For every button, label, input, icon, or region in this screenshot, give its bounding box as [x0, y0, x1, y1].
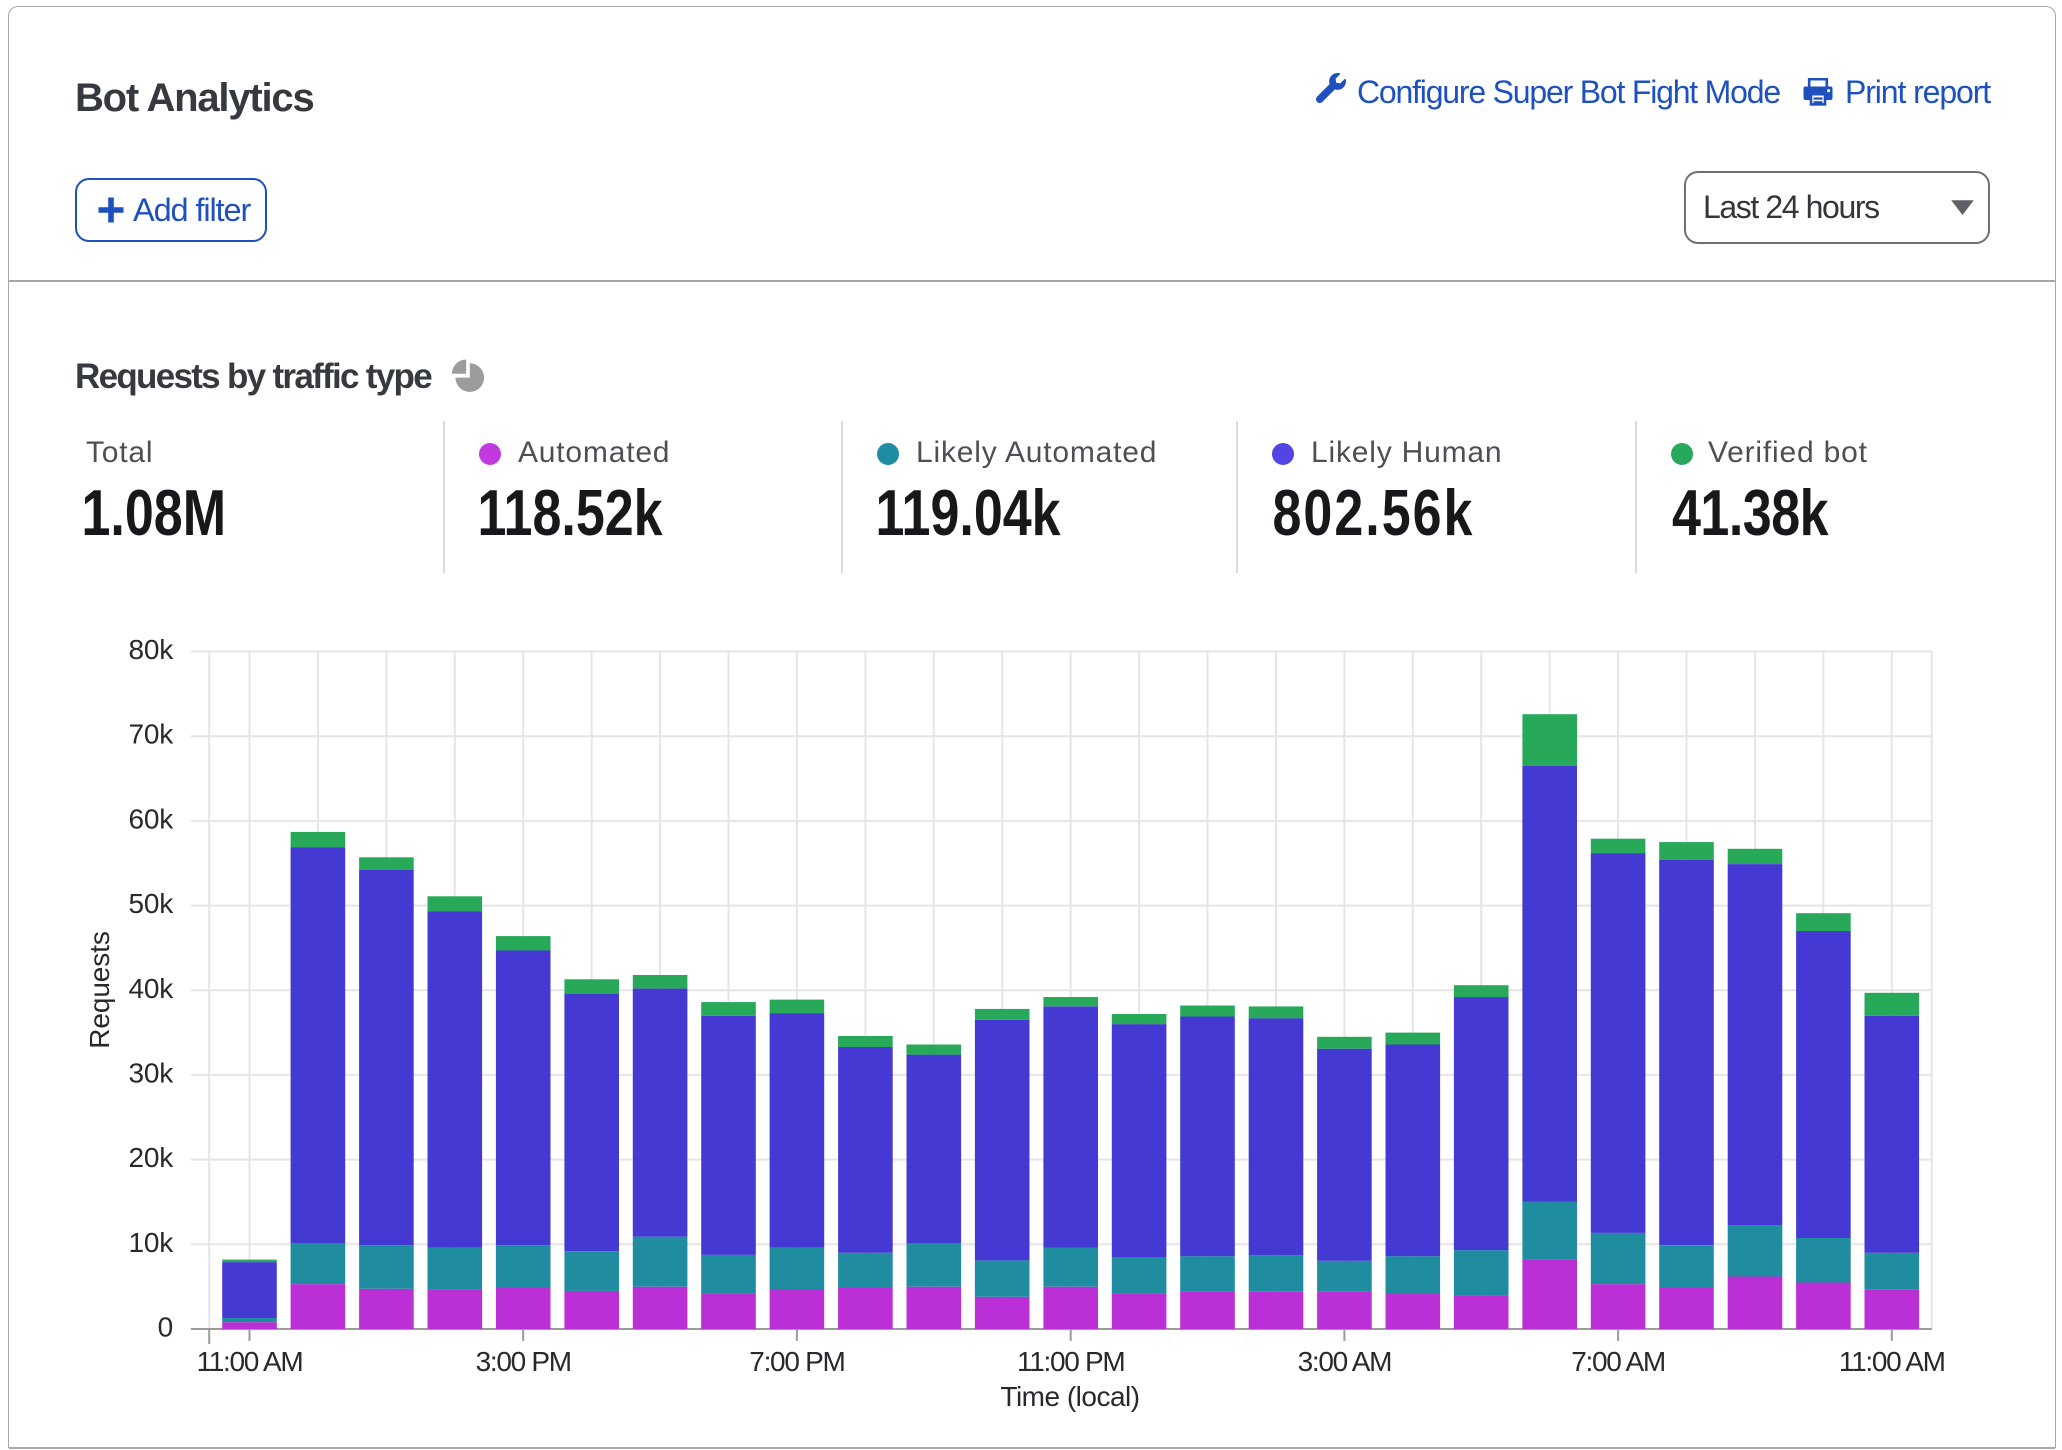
svg-text:11:00 AM: 11:00 AM [197, 1346, 303, 1377]
svg-text:7:00 AM: 7:00 AM [1571, 1346, 1665, 1377]
svg-text:0: 0 [158, 1312, 173, 1343]
svg-text:70k: 70k [128, 719, 174, 750]
svg-text:10k: 10k [128, 1227, 174, 1258]
svg-text:40k: 40k [128, 973, 174, 1004]
svg-text:Requests: Requests [84, 931, 115, 1049]
svg-text:50k: 50k [128, 888, 174, 919]
svg-text:3:00 AM: 3:00 AM [1298, 1346, 1392, 1377]
svg-text:80k: 80k [128, 634, 174, 665]
svg-text:7:00 PM: 7:00 PM [749, 1346, 844, 1377]
svg-text:11:00 PM: 11:00 PM [1017, 1346, 1124, 1377]
svg-text:60k: 60k [128, 803, 174, 834]
svg-text:20k: 20k [128, 1142, 174, 1173]
svg-text:11:00 AM: 11:00 AM [1839, 1346, 1945, 1377]
svg-text:3:00 PM: 3:00 PM [476, 1346, 571, 1377]
svg-text:Time (local): Time (local) [1000, 1381, 1139, 1412]
svg-text:30k: 30k [128, 1057, 174, 1088]
